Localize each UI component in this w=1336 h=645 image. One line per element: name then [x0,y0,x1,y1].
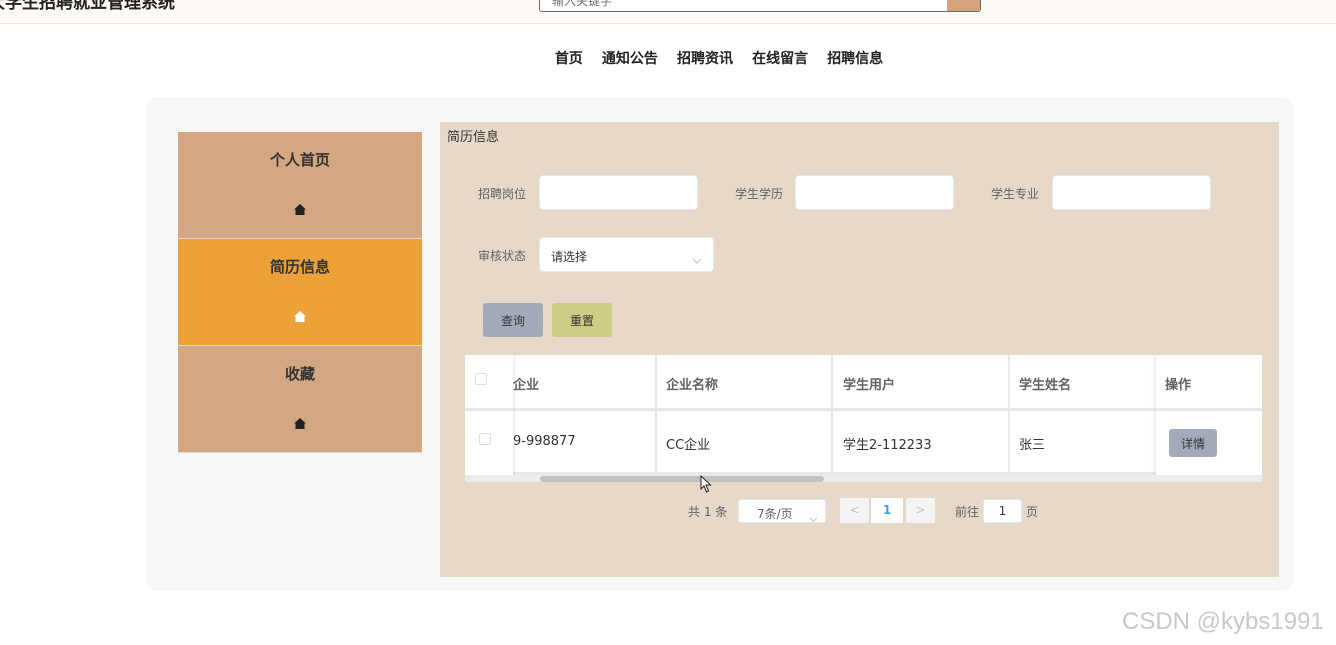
status-label: 审核状态 [478,249,527,263]
nav-item-notices[interactable]: 通知公告 [602,48,658,68]
major-input[interactable] [1052,175,1211,210]
nav-item-messages[interactable]: 在线留言 [752,48,808,68]
position-input[interactable] [539,175,698,210]
page-title: 简历信息 [447,130,500,145]
page-size-value: 7条/页 [757,507,793,521]
column-header-action: 操作 [1165,378,1192,393]
goto-unit: 页 [1026,505,1039,519]
education-input[interactable] [795,175,954,210]
mouse-cursor-icon [700,474,712,493]
table-row-divider [465,408,513,411]
fixed-action-column: 操作 [1156,355,1262,475]
app-title: 大学生招聘就业管理系统 [0,0,175,13]
goto-page-input[interactable] [983,499,1022,523]
sidebar-item-resume[interactable]: 简历信息 [178,239,422,346]
column-divider [831,355,833,475]
column-header-student-user: 学生用户 [843,378,896,393]
column-header-enterprise: 企业 [513,378,540,393]
nav-item-home[interactable]: 首页 [555,48,583,68]
search-button[interactable] [947,0,980,11]
next-page-button[interactable]: > [906,498,935,523]
sidebar-item-label: 收藏 [284,365,315,383]
cell-enterprise-name: CC企业 [666,438,711,453]
top-header: 大学生招聘就业管理系统 [0,0,1336,24]
cell-student-name: 张三 [1019,438,1046,453]
column-header-enterprise-name: 企业名称 [666,378,719,393]
chevron-down-icon [692,250,702,264]
column-divider [655,355,657,475]
status-select[interactable]: 请选择 [539,237,714,272]
main-nav: 首页 通知公告 招聘资讯 在线留言 招聘信息 [0,48,1336,68]
select-all-checkbox[interactable] [475,373,487,385]
position-label: 招聘岗位 [478,187,527,201]
pagination-total: 共 1 条 [688,505,728,519]
home-icon [294,204,306,215]
education-label: 学生学历 [735,187,784,201]
status-select-value: 请选择 [551,250,588,264]
fixed-selection-column [465,355,513,475]
sidebar-item-label: 简历信息 [269,258,330,276]
sidebar: 个人首页 简历信息 收藏 [178,132,422,453]
nav-item-recruit-info[interactable]: 招聘信息 [827,48,883,68]
row-checkbox[interactable] [479,433,491,445]
detail-button[interactable]: 详情 [1169,429,1217,457]
sidebar-item-favorites[interactable]: 收藏 [178,346,422,453]
sidebar-item-profile[interactable]: 个人首页 [178,132,422,239]
page-size-select[interactable]: 7条/页 [738,499,826,523]
resume-content: 简历信息 招聘岗位 学生学历 学生专业 审核状态 请选择 查询 重置 企业 企业… [440,122,1279,577]
sidebar-item-label: 个人首页 [269,151,330,169]
nav-item-recruit-news[interactable]: 招聘资讯 [677,48,733,68]
cell-student-user: 学生2-112233 [843,438,932,453]
column-header-student-name: 学生姓名 [1019,378,1072,393]
search-box [539,0,981,12]
table-row-divider [1156,408,1262,411]
major-label: 学生专业 [991,187,1040,201]
resume-table: 企业 企业名称 学生用户 学生姓名 9-998877 CC企业 学生2-1122… [465,355,1262,482]
cell-enterprise: 9-998877 [513,434,576,449]
page-number-button[interactable]: 1 [871,498,903,523]
watermark: CSDN @kybs1991 [1122,608,1324,635]
prev-page-button[interactable]: < [840,498,869,523]
goto-label: 前往 [955,505,980,519]
query-button[interactable]: 查询 [483,303,543,337]
home-icon [294,418,306,429]
table-row-divider [465,408,1262,411]
horizontal-scrollbar-thumb[interactable] [540,476,824,482]
reset-button[interactable]: 重置 [552,303,612,337]
column-divider [1008,355,1010,475]
chevron-down-icon [809,508,818,522]
search-input[interactable] [540,0,948,11]
home-icon [294,311,306,322]
